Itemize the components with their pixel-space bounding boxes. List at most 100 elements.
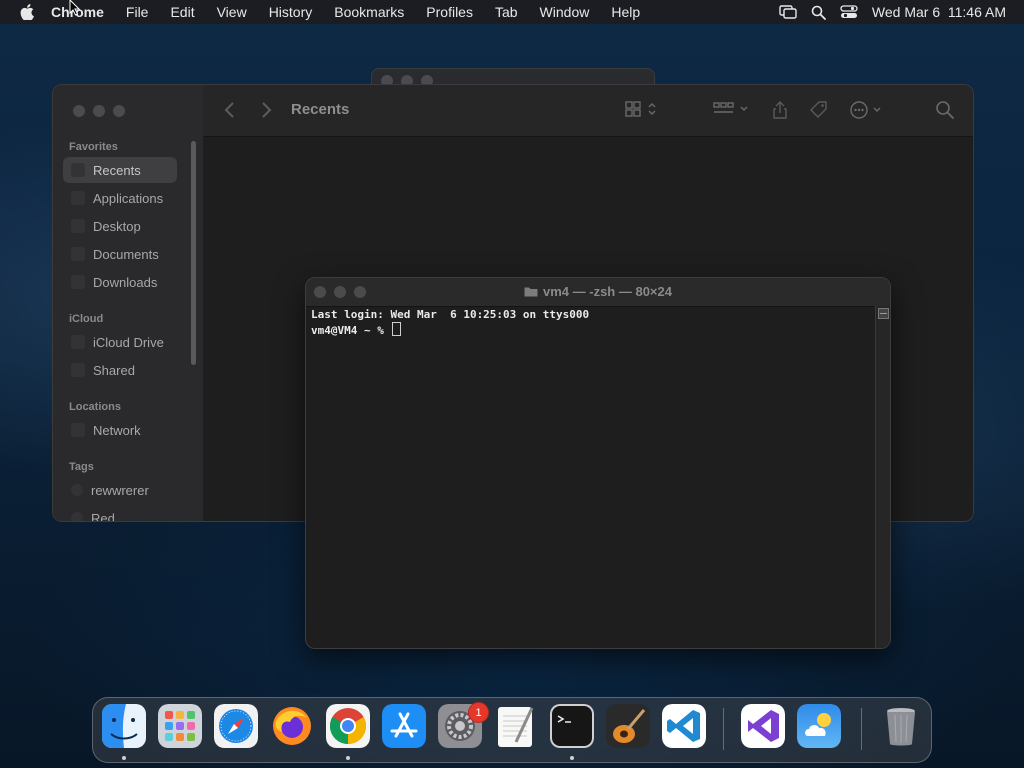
view-mode-button[interactable]	[625, 100, 659, 118]
sidebar-item-label: Recents	[93, 162, 141, 178]
running-indicator	[570, 756, 574, 760]
menu-history[interactable]: History	[258, 4, 324, 20]
finder-traffic-lights	[73, 105, 125, 117]
close-icon[interactable]	[73, 105, 85, 117]
terminal-output[interactable]: Last login: Wed Mar 6 10:25:03 on ttys00…	[311, 308, 874, 648]
dock-app-app-store[interactable]	[382, 704, 426, 748]
terminal-line-last-login: Last login: Wed Mar 6 10:25:03 on ttys00…	[311, 308, 590, 321]
sidebar-scrollbar[interactable]	[191, 141, 196, 365]
menu-bar: Chrome File Edit View History Bookmarks …	[0, 0, 1024, 24]
menu-file[interactable]: File	[115, 4, 160, 20]
sidebar-item-tag-red[interactable]: Red	[63, 505, 177, 521]
sidebar-item-documents[interactable]: Documents	[63, 241, 177, 267]
shared-folder-icon	[71, 363, 85, 377]
terminal-titlebar[interactable]: vm4 — -zsh — 80×24	[306, 278, 890, 307]
dock-app-launchpad[interactable]	[158, 704, 202, 748]
dock-trash[interactable]	[879, 704, 923, 748]
dock-app-firefox[interactable]	[270, 704, 314, 748]
menu-help[interactable]: Help	[600, 4, 651, 20]
dock-app-visual-studio-code[interactable]	[662, 704, 706, 748]
dock-app-terminal[interactable]	[550, 704, 594, 748]
ellipsis-circle-icon	[850, 101, 881, 119]
apple-logo-icon[interactable]	[14, 4, 40, 20]
dock: 1	[92, 697, 932, 763]
running-indicator	[122, 756, 126, 760]
terminal-window: vm4 — -zsh — 80×24 Last login: Wed Mar 6…	[305, 277, 891, 649]
safari-icon	[214, 704, 258, 748]
back-button[interactable]	[223, 101, 237, 119]
trash-icon	[887, 708, 915, 746]
sidebar-item-downloads[interactable]: Downloads	[63, 269, 177, 295]
menu-window[interactable]: Window	[529, 4, 601, 20]
dock-app-finder[interactable]	[102, 704, 146, 748]
dock-app-google-chrome[interactable]	[326, 704, 370, 748]
share-button[interactable]	[771, 100, 789, 120]
scrollbar-split-button[interactable]	[878, 308, 889, 319]
dock-recent-visual-studio[interactable]	[741, 704, 785, 748]
tag-button[interactable]	[809, 100, 829, 120]
menu-bar-status-area: Wed Mar 6 11:46 AM	[779, 4, 1024, 20]
sidebar-item-label: iCloud Drive	[93, 334, 164, 350]
terminal-title-text: vm4 — -zsh — 80×24	[543, 284, 672, 299]
sidebar-item-label: Network	[93, 422, 141, 438]
sidebar-section-locations: Locations	[69, 401, 121, 413]
more-actions-button[interactable]	[849, 100, 885, 120]
guitar-icon	[606, 704, 650, 748]
finder-icon	[102, 704, 146, 748]
firefox-icon	[273, 707, 311, 745]
launchpad-icon	[158, 704, 202, 748]
dock-recent-weather[interactable]	[797, 704, 841, 748]
sidebar-item-label: Desktop	[93, 218, 141, 234]
running-indicator	[346, 756, 350, 760]
sidebar-item-desktop[interactable]: Desktop	[63, 213, 177, 239]
screen-mirroring-icon[interactable]	[779, 5, 797, 19]
grid-view-icon	[625, 101, 656, 117]
mouse-pointer-icon	[69, 0, 81, 20]
tag-icon	[810, 101, 827, 118]
dock-app-garageband[interactable]	[606, 704, 650, 748]
spotlight-search-icon[interactable]	[811, 5, 826, 20]
sidebar-section-favorites: Favorites	[69, 141, 118, 153]
share-icon	[773, 101, 787, 119]
textedit-icon	[498, 707, 534, 747]
terminal-scrollbar[interactable]	[875, 306, 890, 648]
search-button[interactable]	[935, 100, 955, 120]
app-store-icon	[382, 704, 426, 748]
desktop-icon	[71, 219, 85, 233]
group-button[interactable]	[713, 100, 749, 118]
folder-icon	[524, 285, 538, 300]
group-icon	[713, 102, 748, 113]
menu-bookmarks[interactable]: Bookmarks	[323, 4, 415, 20]
menu-profiles[interactable]: Profiles	[415, 4, 484, 20]
dock-separator	[723, 708, 724, 750]
menu-tab[interactable]: Tab	[484, 4, 529, 20]
weather-icon	[797, 704, 841, 748]
sidebar-item-label: rewwrerer	[91, 482, 149, 498]
sidebar-item-label: Downloads	[93, 274, 158, 290]
clock-icon	[71, 163, 85, 177]
chrome-icon	[326, 704, 370, 748]
finder-toolbar: Recents	[203, 85, 973, 137]
sidebar-item-applications[interactable]: Applications	[63, 185, 177, 211]
dock-app-safari[interactable]	[214, 704, 258, 748]
applications-icon	[71, 191, 85, 205]
zoom-icon[interactable]	[113, 105, 125, 117]
sidebar-item-recents[interactable]: Recents	[63, 157, 177, 183]
text-cursor	[392, 322, 402, 336]
sidebar-item-shared[interactable]: Shared	[63, 357, 177, 383]
sidebar-item-label: Applications	[93, 190, 164, 206]
sidebar-item-tag-rewwrerer[interactable]: rewwrerer	[63, 477, 177, 503]
vscode-icon	[662, 704, 706, 748]
finder-window-title: Recents	[291, 101, 350, 118]
minimize-icon[interactable]	[93, 105, 105, 117]
menu-edit[interactable]: Edit	[159, 4, 205, 20]
menu-bar-clock[interactable]: Wed Mar 6 11:46 AM	[872, 4, 1006, 20]
dock-app-textedit[interactable]	[494, 704, 538, 748]
sidebar-item-network[interactable]: Network	[63, 417, 177, 443]
control-center-icon[interactable]	[840, 5, 858, 19]
menu-view[interactable]: View	[206, 4, 258, 20]
sidebar-item-icloud-drive[interactable]: iCloud Drive	[63, 329, 177, 355]
terminal-icon	[550, 704, 594, 748]
dock-separator	[861, 708, 862, 750]
forward-button[interactable]	[259, 101, 273, 119]
